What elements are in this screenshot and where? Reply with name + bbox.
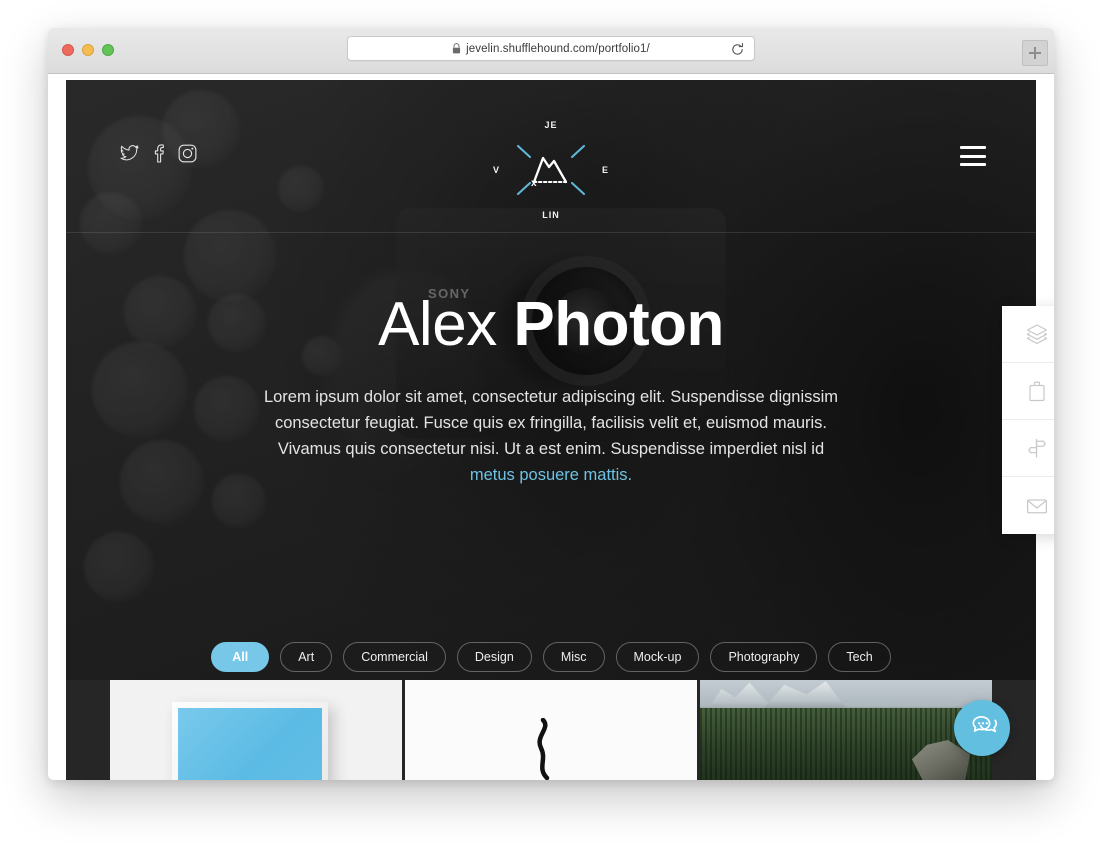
hero-content: Alex Photon Lorem ipsum dolor sit amet, … (66, 292, 1036, 488)
portfolio-grid (66, 680, 1036, 780)
social-links (120, 144, 197, 163)
portfolio-thumb-framed-blue-artwork[interactable] (110, 680, 402, 780)
new-tab-button[interactable] (1022, 40, 1048, 66)
filter-pill-misc[interactable]: Misc (542, 642, 605, 672)
facebook-icon[interactable] (153, 144, 164, 163)
url-text: jevelin.shufflehound.com/portfolio1/ (466, 42, 650, 55)
logo-text-je: JE (544, 120, 558, 130)
side-dock-panel (1002, 306, 1054, 534)
signpost-icon (1028, 438, 1046, 458)
website-content: SONY JE V E LIN x Alex Photon Lorem ipsu… (66, 80, 1036, 780)
window-controls (62, 44, 114, 56)
browser-window: jevelin.shufflehound.com/portfolio1/ SON… (48, 28, 1054, 780)
hero-paragraph: Lorem ipsum dolor sit amet, consectetur … (261, 384, 841, 488)
filter-pill-art[interactable]: Art (280, 642, 333, 672)
hero-paragraph-text: Lorem ipsum dolor sit amet, consectetur … (263, 387, 839, 458)
portfolio-thumb-mountain-forest[interactable] (700, 680, 992, 780)
chat-bubbles-icon[interactable] (954, 700, 1010, 756)
address-bar[interactable]: jevelin.shufflehound.com/portfolio1/ (347, 36, 755, 61)
briefcase-icon (1029, 381, 1045, 402)
menu-line (960, 146, 986, 149)
filter-pill-commercial[interactable]: Commercial (343, 642, 446, 672)
portfolio-filter-bar: All Art Commercial Design Misc Mock-up P… (66, 642, 1036, 672)
svg-text:x: x (531, 178, 537, 189)
zoom-window-button[interactable] (102, 44, 114, 56)
instagram-icon[interactable] (178, 144, 197, 163)
dock-item-portfolio[interactable] (1002, 363, 1054, 420)
header-divider (66, 232, 1036, 233)
picture-frame (172, 702, 329, 780)
dock-item-contact[interactable] (1002, 477, 1054, 534)
filter-pill-mockup[interactable]: Mock-up (615, 642, 700, 672)
portfolio-thumb-white-object[interactable] (405, 680, 697, 780)
dock-item-layers[interactable] (1002, 306, 1054, 363)
black-object-shape (537, 718, 550, 780)
lock-icon (453, 43, 461, 54)
hero-title-first: Alex (378, 290, 514, 359)
logo-text-e: E (601, 165, 609, 175)
filter-pill-all[interactable]: All (211, 642, 270, 672)
envelope-icon (1026, 498, 1048, 513)
browser-titlebar: jevelin.shufflehound.com/portfolio1/ (48, 28, 1054, 74)
filter-pill-design[interactable]: Design (456, 642, 532, 672)
logo-text-v: V (493, 165, 501, 175)
hamburger-menu-icon[interactable] (960, 146, 986, 166)
site-header: JE V E LIN x (66, 80, 1036, 232)
filter-pill-tech[interactable]: Tech (828, 642, 891, 672)
close-window-button[interactable] (62, 44, 74, 56)
page-title: Alex Photon (66, 292, 1036, 358)
logo-text-lin: LIN (542, 210, 560, 220)
layers-icon (1026, 324, 1048, 345)
dock-item-directions[interactable] (1002, 420, 1054, 477)
url-wrapper: jevelin.shufflehound.com/portfolio1/ (452, 43, 650, 55)
filter-pill-photography[interactable]: Photography (710, 642, 818, 672)
mountain-shape (762, 681, 848, 710)
hero-inline-link[interactable]: metus posuere mattis. (470, 466, 632, 484)
reload-icon[interactable] (730, 42, 745, 57)
twitter-icon[interactable] (120, 145, 139, 162)
site-logo[interactable]: JE V E LIN x (481, 120, 621, 220)
minimize-window-button[interactable] (82, 44, 94, 56)
menu-line (960, 163, 986, 166)
framed-artwork (178, 708, 323, 780)
menu-line (960, 154, 986, 158)
hero-title-second: Photon (513, 290, 724, 359)
mountain-peak-logo-icon: x (516, 144, 586, 196)
chat-bubble-glyph (972, 716, 997, 733)
page-viewport: SONY JE V E LIN x Alex Photon Lorem ipsu… (48, 74, 1054, 780)
